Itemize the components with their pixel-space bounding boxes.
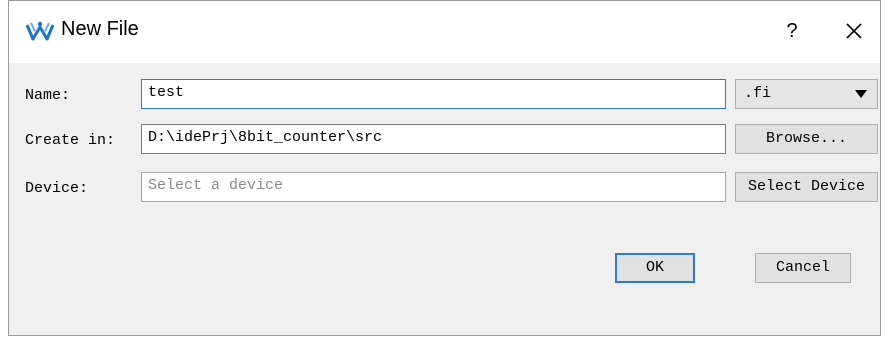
gowin-logo-icon [25, 21, 55, 41]
name-input[interactable]: test [141, 79, 726, 109]
extension-dropdown[interactable]: .fi [735, 79, 878, 109]
device-label: Device: [25, 180, 89, 197]
cancel-button[interactable]: Cancel [755, 253, 851, 283]
ok-button[interactable]: OK [615, 253, 695, 283]
create-in-input[interactable]: D:\idePrj\8bit_counter\src [141, 124, 726, 154]
extension-selected: .fi [744, 85, 772, 102]
name-label: Name: [25, 87, 71, 104]
close-button[interactable] [839, 17, 869, 45]
help-button[interactable]: ? [777, 17, 807, 45]
new-file-dialog: New File ? Name: test .fi Create in: D:\… [8, 0, 881, 336]
select-device-button[interactable]: Select Device [735, 172, 878, 202]
create-in-label: Create in: [25, 132, 116, 149]
close-icon [846, 23, 862, 39]
dialog-title: New File [61, 18, 139, 40]
browse-button[interactable]: Browse... [735, 124, 878, 154]
chevron-down-icon [855, 90, 867, 98]
title-bar: New File ? [9, 1, 880, 63]
device-input[interactable]: Select a device [141, 172, 726, 202]
